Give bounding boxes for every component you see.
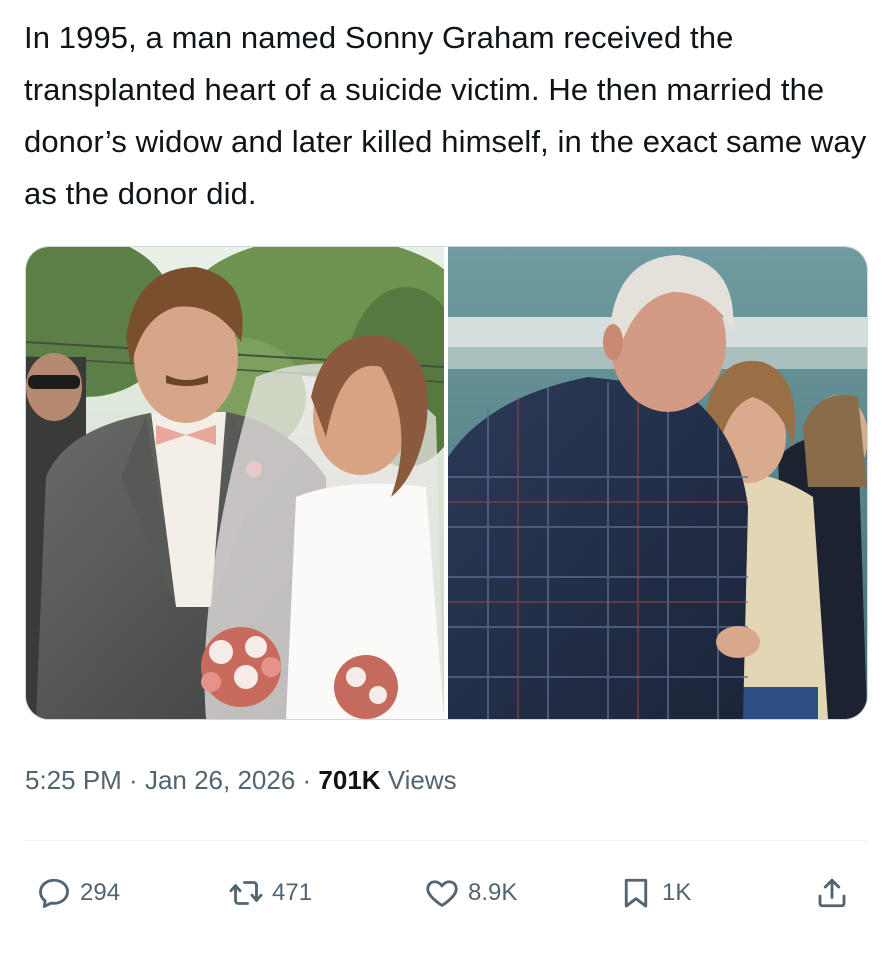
tweet-date[interactable]: Jan 26, 2026 <box>145 765 295 795</box>
meta-separator: · <box>121 765 145 795</box>
divider <box>25 840 866 841</box>
tweet-text: In 1995, a man named Sonny Graham receiv… <box>24 20 867 211</box>
bookmark-count: 1K <box>662 879 692 906</box>
wedding-photo[interactable] <box>26 247 444 719</box>
like-button[interactable]: 8.9K <box>424 868 517 918</box>
wedding-photo-image <box>26 247 444 719</box>
like-count: 8.9K <box>468 879 518 906</box>
tweet-meta: 5:25 PM · Jan 26, 2026 · 701K Views <box>25 762 457 798</box>
heart-icon <box>426 880 458 907</box>
older-couple-photo-image <box>448 247 867 719</box>
views-count: 701K <box>318 765 381 795</box>
repost-count: 471 <box>272 879 313 906</box>
reply-count: 294 <box>80 879 121 906</box>
action-bar: 294 471 8.9K 1K <box>0 868 894 918</box>
meta-separator: · <box>295 765 319 795</box>
share-button[interactable] <box>814 868 850 918</box>
share-upload-icon <box>818 878 846 908</box>
tweet-time[interactable]: 5:25 PM <box>25 765 122 795</box>
bookmark-button[interactable]: 1K <box>618 868 691 918</box>
bookmark-icon <box>624 878 648 908</box>
tweet-media[interactable] <box>25 246 868 720</box>
reply-bubble-icon <box>39 878 69 908</box>
reply-button[interactable]: 294 <box>36 868 120 918</box>
repost-arrows-icon <box>229 881 263 905</box>
views-label: Views <box>380 765 457 795</box>
repost-button[interactable]: 471 <box>228 868 312 918</box>
older-couple-photo[interactable] <box>448 247 867 719</box>
